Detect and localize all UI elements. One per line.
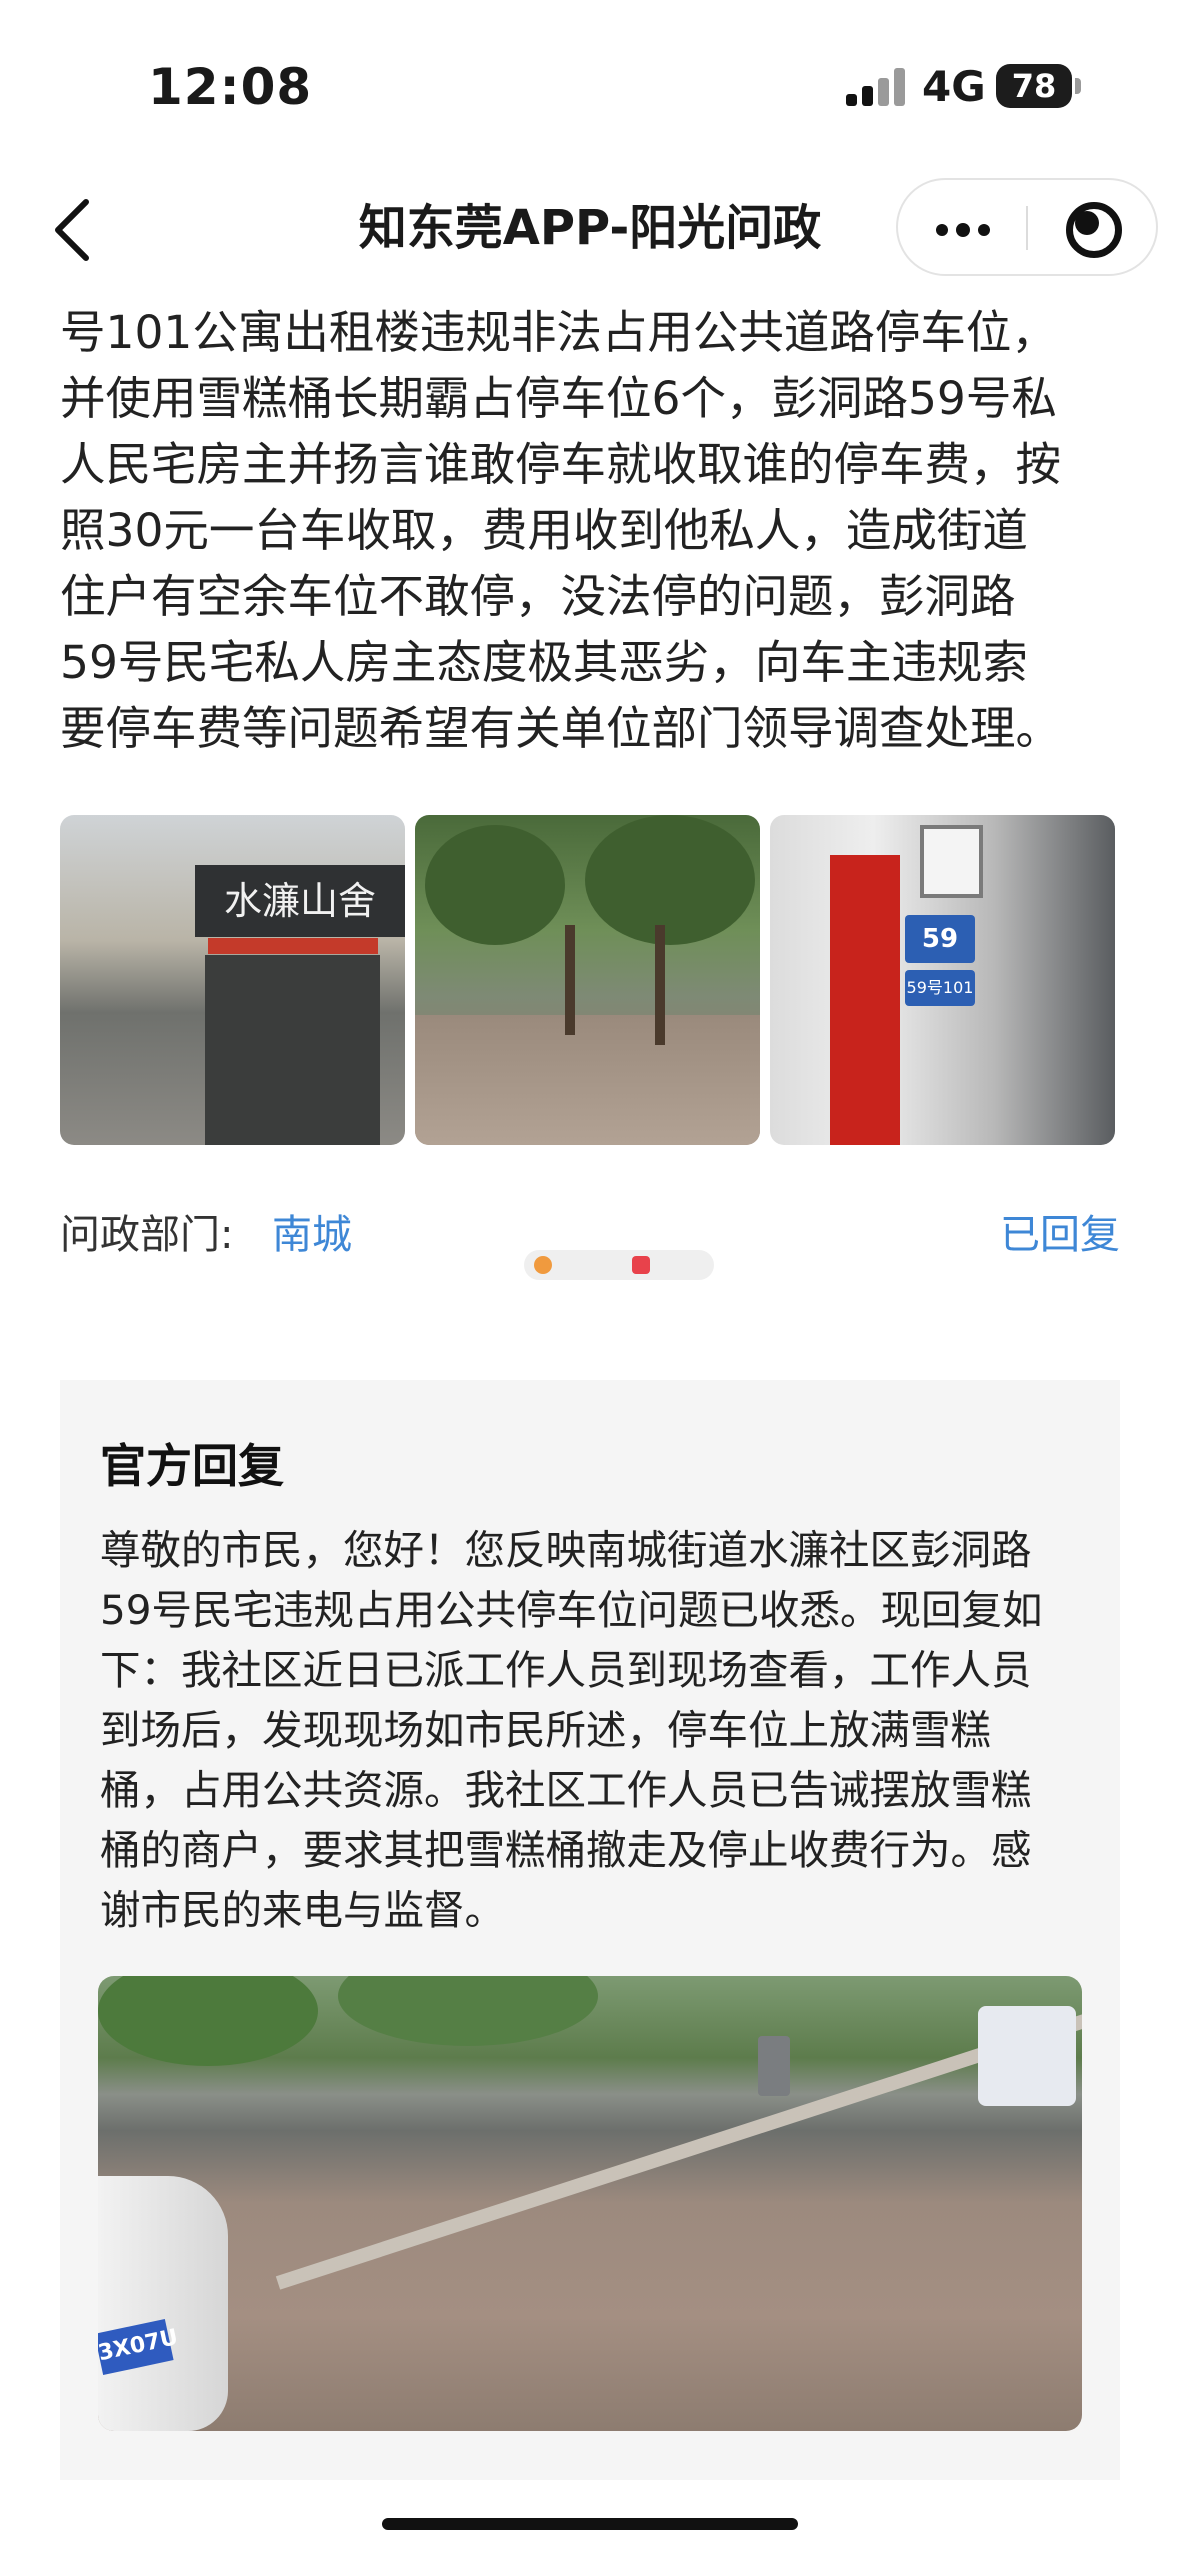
red-couplet (830, 855, 900, 1145)
battery-cap (1075, 78, 1081, 94)
home-indicator[interactable] (382, 2518, 798, 2530)
complaint-photo-doorplate[interactable]: 59 59号101 (770, 815, 1115, 1145)
patrol-car (978, 2006, 1076, 2106)
dept-value[interactable]: 南城 (272, 1200, 352, 1270)
house-number-subplate: 59号101 (905, 970, 975, 1006)
pavement (415, 1015, 760, 1145)
tree (425, 825, 565, 945)
complaint-line: 59号民宅私人房主态度极其恶劣，向车主违规索 (60, 636, 1028, 689)
tree (585, 815, 755, 945)
mini-program-capsule (896, 178, 1158, 276)
complaint-line: 照30元一台车收取，费用收到他私人，造成街道 (60, 504, 1028, 557)
reply-line: 59号民宅违规占用公共停车位问题已收悉。现回复如 (100, 1586, 1043, 1634)
reply-line: 桶的商户，要求其把雪糕桶撤走及停止收费行为。感 (100, 1826, 1032, 1874)
reply-line: 谢市民的来电与监督。 (100, 1886, 505, 1934)
meter-box (920, 825, 983, 898)
official-reply-card: 官方回复 尊敬的市民，您好！您反映南城街道水濂社区彭洞路 59号民宅违规占用公共… (60, 1380, 1120, 2480)
more-button[interactable] (898, 180, 1026, 274)
shop-door (205, 955, 380, 1145)
watermark-logo-icon (534, 1256, 552, 1274)
more-dots-icon (936, 224, 948, 236)
tree-trunk (565, 925, 575, 1035)
nav-bar: 知东莞APP-阳光问政 (0, 170, 1179, 285)
back-button[interactable] (40, 190, 110, 270)
watermark (524, 1250, 714, 1280)
target-icon-dot (1075, 211, 1099, 235)
shop-strip (208, 938, 378, 954)
more-dot (956, 223, 970, 237)
reply-status-badge: 已回复 (1000, 1212, 1120, 1258)
house-number-plate: 59 (905, 915, 975, 963)
network-type: 4G (922, 62, 986, 111)
tree (98, 1976, 318, 2066)
complaint-photo-shopfront[interactable]: 水濂山舍 (60, 815, 405, 1145)
dept-label: 问政部门: (60, 1212, 234, 1258)
shop-sign: 水濂山舍 (195, 865, 405, 937)
complaint-line: 并使用雪糕桶长期霸占停车位6个，彭洞路59号私 (60, 372, 1057, 425)
status-bar: 12:08 4G 78 (0, 0, 1179, 170)
reply-line: 下：我社区近日已派工作人员到现场查看，工作人员 (100, 1646, 1032, 1694)
page-title: 知东莞APP-阳光问政 (358, 200, 822, 256)
battery-level: 78 (996, 64, 1072, 108)
complaint-line: 要停车费等问题希望有关单位部门领导调查处理。 (60, 702, 1062, 755)
reply-line: 到场后，发现现场如市民所述，停车位上放满雪糕 (100, 1706, 991, 1754)
complaint-line: 人民宅房主并扬言谁敢停车就收取谁的停车费，按 (60, 438, 1062, 491)
complaint-photo-street[interactable] (415, 815, 760, 1145)
reply-line: 桶，占用公共资源。我社区工作人员已告诫摆放雪糕 (100, 1766, 1032, 1814)
reply-photo[interactable]: 3X07U (98, 1976, 1082, 2431)
reply-line: 尊敬的市民，您好！您反映南城街道水濂社区彭洞路 (100, 1526, 1032, 1574)
signal-bars-icon (846, 68, 908, 106)
chevron-left-icon (55, 199, 89, 261)
official-reply-title: 官方回复 (100, 1439, 284, 1493)
status-time: 12:08 (148, 58, 313, 116)
complaint-line: 住户有空余车位不敢停，没法停的问题，彭洞路 (60, 570, 1016, 623)
tree-trunk (655, 925, 665, 1045)
white-car (98, 2176, 228, 2431)
close-miniprogram-button[interactable] (1028, 180, 1156, 274)
watermark-logo-icon (632, 1256, 650, 1274)
official-reply-text: 尊敬的市民，您好！您反映南城街道水濂社区彭洞路 59号民宅违规占用公共停车位问题… (100, 1520, 1090, 1940)
tree (338, 1976, 598, 2046)
more-dot (978, 224, 990, 236)
sidewalk-line (275, 1998, 1082, 2290)
complaint-text: 号101公寓出租楼违规非法占用公共道路停车位， 并使用雪糕桶长期霸占停车位6个，… (60, 300, 1120, 762)
trash-bin (758, 2036, 790, 2096)
complaint-line: 号101公寓出租楼违规非法占用公共道路停车位， (60, 306, 1057, 359)
